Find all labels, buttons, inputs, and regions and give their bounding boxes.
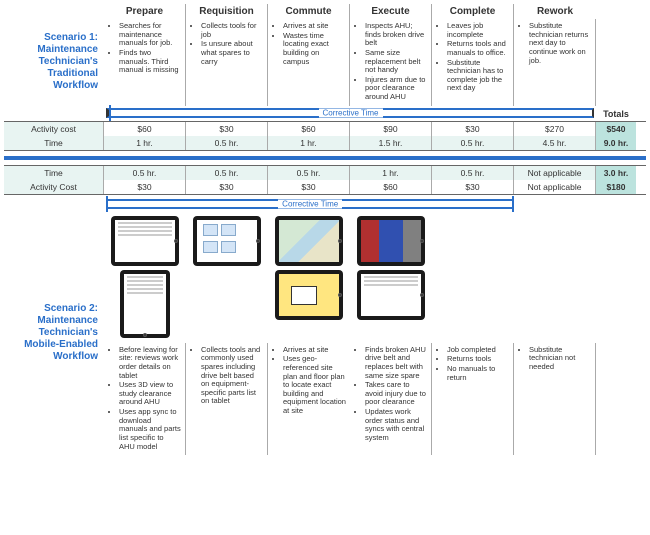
row-label: Activity cost xyxy=(4,122,104,136)
s1-rework: Substitute technician returns next day t… xyxy=(514,19,596,106)
s2-commute: Arrives at siteUses geo-referenced site … xyxy=(268,343,350,456)
phase-header: Rework xyxy=(514,4,596,19)
s1-requisition: Collects tools for jobIs unsure about wh… xyxy=(186,19,268,106)
scenario2-grid: Corrective Time Scenario 2: Maintenance … xyxy=(4,197,646,456)
s2-rework: Substitute technician not needed xyxy=(514,343,596,456)
phase-header: Complete xyxy=(432,4,514,19)
row-label: Time xyxy=(4,136,104,150)
s1-metrics-table: Activity cost $60 $30 $60 $90 $30 $270 $… xyxy=(4,121,646,151)
corrective-time-bar: Corrective Time xyxy=(106,108,594,118)
s1-complete: Leaves job incompleteReturns tools and m… xyxy=(432,19,514,106)
row-label: Time xyxy=(4,166,104,180)
scenario-divider xyxy=(4,156,646,160)
s1-total-cost: $540 xyxy=(596,122,636,136)
corrective-label: Corrective Time xyxy=(318,108,382,117)
s2-metrics-table: Time 0.5 hr. 0.5 hr. 0.5 hr. 1 hr. 0.5 h… xyxy=(4,165,646,195)
s2-total-cost: $180 xyxy=(596,180,636,194)
tablet-images-row xyxy=(104,211,596,343)
corrective-time-bar: Corrective Time xyxy=(106,199,514,209)
s1-prepare: Searches for maintenance manuals for job… xyxy=(104,19,186,106)
s1-total-time: 9.0 hr. xyxy=(596,136,636,150)
s2-prepare: Before leaving for site: reviews work or… xyxy=(104,343,186,456)
corrective-label: Corrective Time xyxy=(278,199,342,208)
tablet-map-icon xyxy=(275,216,343,266)
s2-total-time: 3.0 hr. xyxy=(596,166,636,180)
tablet-icon xyxy=(120,270,170,338)
totals-header: Totals xyxy=(596,109,636,120)
s2-execute: Finds broken AHU drive belt and replaces… xyxy=(350,343,432,456)
s1-execute: Inspects AHU; finds broken drive beltSam… xyxy=(350,19,432,106)
tablet-3d-icon xyxy=(357,216,425,266)
row-label: Activity Cost xyxy=(4,180,104,194)
tablet-diagram-icon xyxy=(275,270,343,320)
phase-header: Execute xyxy=(350,4,432,19)
tablet-icon xyxy=(193,216,261,266)
phase-header: Commute xyxy=(268,4,350,19)
scenario1-label: Scenario 1: Maintenance Technician's Tra… xyxy=(4,19,104,106)
scenario2-label: Scenario 2: Maintenance Technician's Mob… xyxy=(4,211,104,456)
s2-complete: Job completedReturns toolsNo manuals to … xyxy=(432,343,514,456)
s2-requisition: Collects tools and commonly used spares … xyxy=(186,343,268,456)
tablet-icon xyxy=(111,216,179,266)
s1-commute: Arrives at siteWastes time locating exac… xyxy=(268,19,350,106)
scenario1-grid: Prepare Requisition Commute Execute Comp… xyxy=(4,4,646,120)
tablet-icon xyxy=(357,270,425,320)
phase-header: Prepare xyxy=(104,4,186,19)
phase-header: Requisition xyxy=(186,4,268,19)
